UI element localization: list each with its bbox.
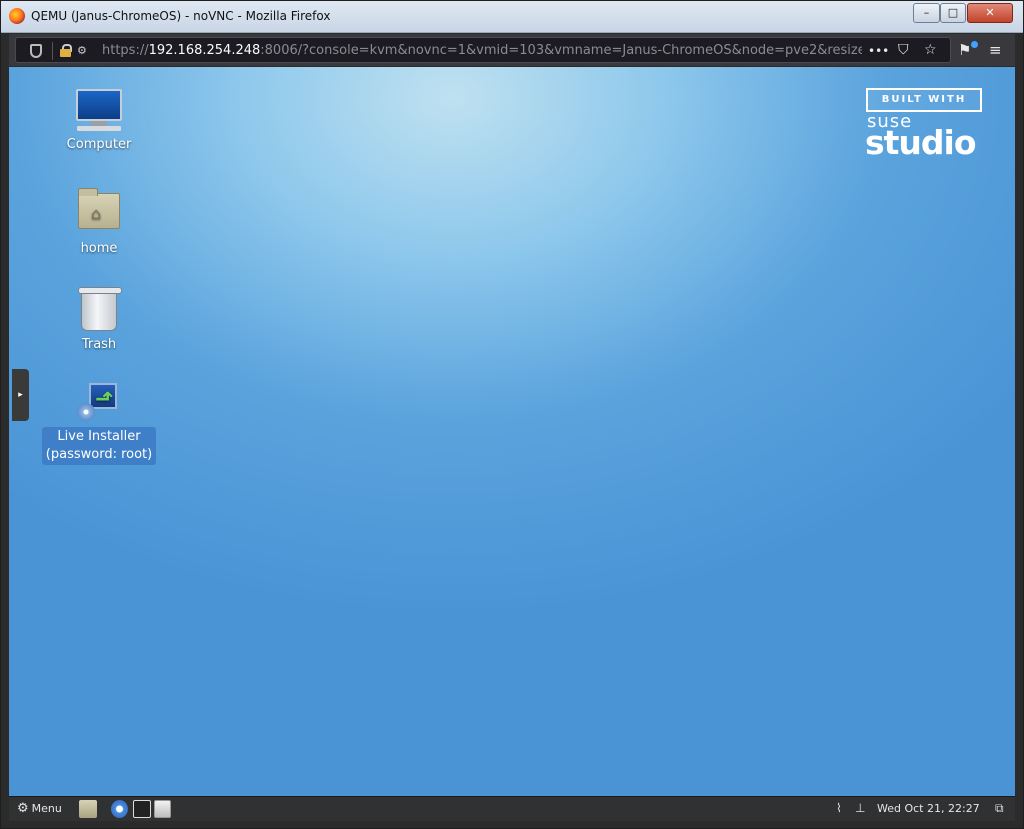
network-icon[interactable]: ⌇	[836, 801, 842, 815]
browser-window: QEMU (Janus-ChromeOS) - noVNC - Mozilla …	[0, 0, 1024, 829]
show-desktop-icon[interactable]: ⧉	[995, 801, 1004, 816]
tracking-shield-icon[interactable]	[30, 44, 42, 58]
minimize-button[interactable]: –	[913, 3, 940, 23]
studio-logo-text: studio	[865, 123, 977, 162]
bookmark-star-icon[interactable]: ☆	[924, 42, 937, 58]
computer-icon	[76, 89, 122, 131]
desktop-icon-label: Trash	[81, 337, 117, 352]
desktop-icon-label: home	[80, 241, 118, 256]
terminal-launcher-icon[interactable]	[133, 800, 151, 818]
url-path: :8006/?console=kvm&novnc=1&vmid=103&vmna…	[260, 43, 862, 58]
installer-label-line2: (password: root)	[45, 447, 153, 462]
desktop-icon-computer[interactable]: Computer	[39, 89, 159, 155]
installer-label-line1: Live Installer	[57, 429, 141, 444]
url-bar[interactable]: ⚙ https://192.168.254.248:8006/?console=…	[15, 37, 951, 63]
firefox-icon	[9, 8, 25, 24]
desktop-icon-label: Computer	[66, 137, 132, 152]
lock-warning-icon[interactable]	[60, 44, 72, 57]
installer-icon: ⬏	[77, 383, 121, 423]
page-actions-icon[interactable]: •••	[868, 44, 889, 58]
gear-icon: ⚙	[17, 801, 29, 816]
browser-toolbar: ⚙ https://192.168.254.248:8006/?console=…	[9, 34, 1015, 66]
vnc-viewport[interactable]: ▸ Computer ⌂ home Trash ⬏ Live Installer…	[9, 67, 1015, 821]
extension-notification-dot	[971, 41, 978, 48]
maximize-button[interactable]: □	[940, 3, 966, 23]
url-text[interactable]: https://192.168.254.248:8006/?console=kv…	[102, 43, 862, 58]
hamburger-menu-icon[interactable]: ≡	[989, 41, 1002, 59]
taskbar: ⚙ Menu ⌇ ⊥ Wed Oct 21, 22:27 ⧉	[9, 796, 1015, 821]
close-button[interactable]: ✕	[967, 3, 1013, 23]
url-scheme: https://	[102, 43, 149, 58]
extension-icon[interactable]: ⚑	[958, 41, 971, 59]
url-host: 192.168.254.248	[148, 43, 261, 58]
desktop-icon-label: Live Installer (password: root)	[41, 427, 157, 465]
menu-button[interactable]: ⚙ Menu	[17, 802, 62, 815]
clock[interactable]: Wed Oct 21, 22:27	[877, 802, 980, 815]
title-bar: QEMU (Janus-ChromeOS) - noVNC - Mozilla …	[1, 1, 1023, 33]
built-with-badge: BUILT WITH	[866, 88, 982, 112]
browser-launcher-icon[interactable]	[111, 800, 128, 818]
text-editor-launcher-icon[interactable]	[154, 800, 171, 818]
menu-label: Menu	[31, 802, 62, 815]
novnc-sidebar-handle[interactable]: ▸	[12, 369, 29, 421]
window-title: QEMU (Janus-ChromeOS) - noVNC - Mozilla …	[31, 9, 331, 23]
file-manager-launcher-icon[interactable]	[79, 800, 97, 818]
desktop-icon-trash[interactable]: Trash	[39, 287, 159, 355]
display-icon[interactable]: ⊥	[855, 801, 865, 815]
urlbar-divider	[52, 42, 53, 60]
desktop-icon-home[interactable]: ⌂ home	[39, 188, 159, 259]
pocket-icon[interactable]: ⛉	[898, 42, 909, 58]
home-folder-icon: ⌂	[78, 188, 120, 229]
trash-icon	[78, 287, 122, 331]
permissions-icon[interactable]: ⚙	[77, 44, 87, 57]
desktop-icon-live-installer[interactable]: ⬏ Live Installer (password: root)	[39, 383, 159, 465]
